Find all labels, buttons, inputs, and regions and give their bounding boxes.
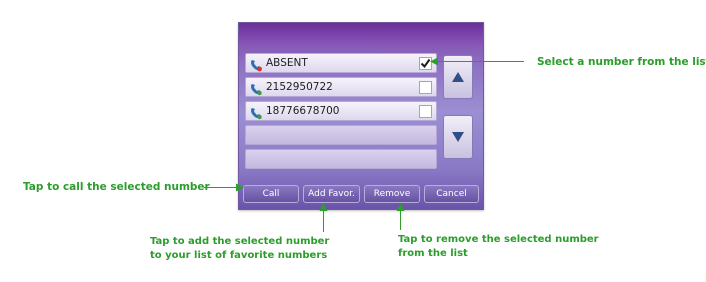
annotation-remove-line1: Tap to remove the selected number [398, 234, 599, 245]
annotation-call: Tap to call the selected number [23, 181, 210, 193]
list-item-absent[interactable]: ABSENT [245, 53, 437, 73]
phone-icon [249, 81, 263, 96]
annotation-add-line2: to your list of favorite numbers [150, 250, 328, 261]
list-item-label: 2152950722 [266, 81, 333, 93]
phone-icon [249, 57, 263, 72]
list-item-label: ABSENT [266, 57, 308, 69]
arrowhead-icon [430, 57, 438, 66]
annotation-line [400, 210, 401, 230]
annotation-remove-line2: from the list [398, 248, 468, 259]
arrowhead-icon [236, 183, 244, 192]
checkbox[interactable] [419, 81, 432, 94]
checkbox[interactable] [419, 105, 432, 118]
number-select-dialog: ABSENT 2152950722 18776678700 Call Add F… [238, 22, 484, 210]
phone-icon [249, 105, 263, 120]
list-item-empty[interactable] [245, 125, 437, 145]
list-item-label: 18776678700 [266, 105, 340, 117]
annotation-line [204, 187, 238, 188]
up-arrow-icon [452, 72, 464, 82]
scroll-down-button[interactable] [443, 115, 473, 159]
remove-button[interactable]: Remove [364, 185, 420, 203]
list-item-number-2[interactable]: 18776678700 [245, 101, 437, 121]
list-item-number-1[interactable]: 2152950722 [245, 77, 437, 97]
list-item-empty[interactable] [245, 149, 437, 169]
annotation-add-line1: Tap to add the selected number [150, 236, 330, 247]
down-arrow-icon [452, 132, 464, 142]
annotation-line [436, 61, 524, 62]
dialog-header [239, 23, 483, 45]
cancel-button[interactable]: Cancel [424, 185, 479, 203]
annotation-select: Select a number from the list [537, 56, 706, 68]
add-favorite-button[interactable]: Add Favor. [303, 185, 360, 203]
call-button[interactable]: Call [243, 185, 299, 203]
annotation-line [323, 210, 324, 232]
